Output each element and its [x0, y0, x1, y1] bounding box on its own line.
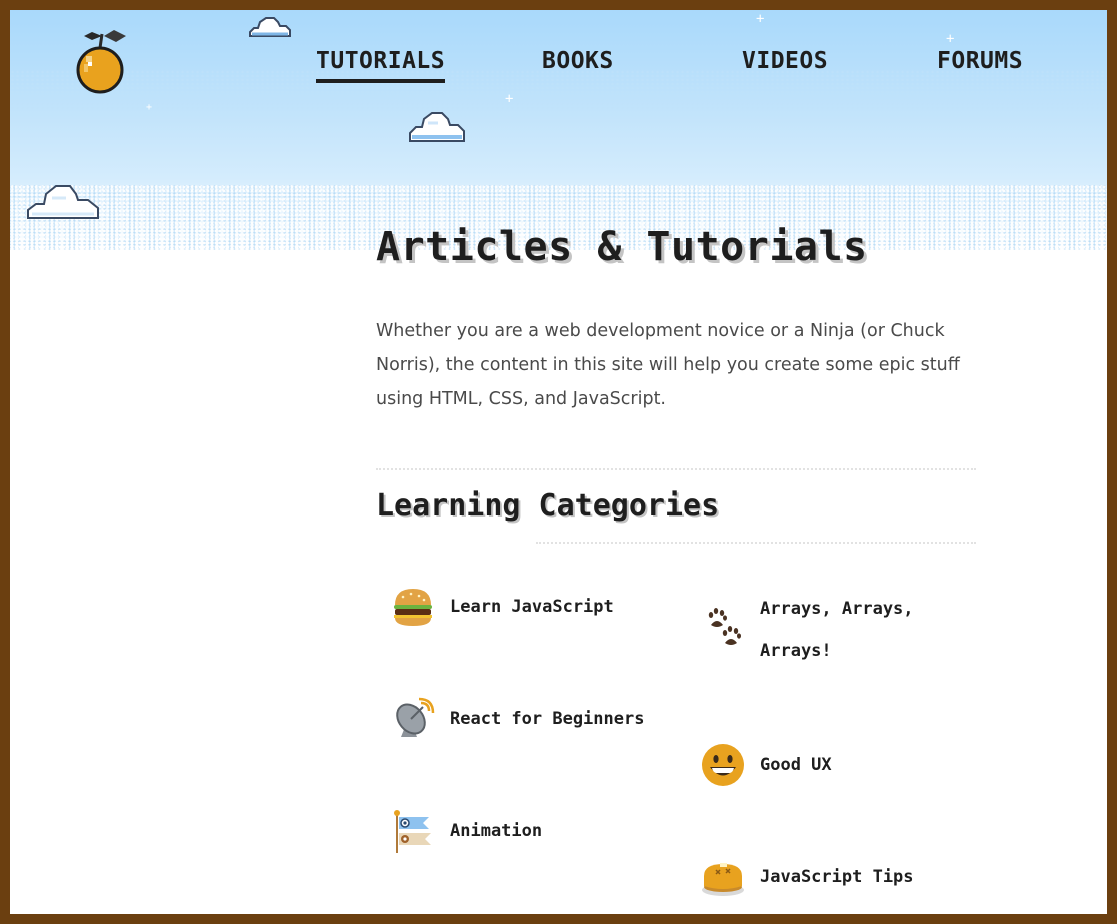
- nav-forums[interactable]: FORUMS: [937, 48, 1023, 74]
- category-arrays[interactable]: Arrays, Arrays, Arrays!: [700, 588, 930, 672]
- nav-tutorials[interactable]: TUTORIALS: [316, 48, 446, 83]
- category-label: Animation: [450, 821, 543, 841]
- sparkle-icon: +: [946, 31, 955, 47]
- main-content: Articles & Tutorials Whether you are a w…: [376, 224, 976, 896]
- orange-fruit-icon[interactable]: [74, 26, 128, 96]
- category-learn-javascript[interactable]: Learn JavaScript: [390, 584, 614, 630]
- divider: [376, 468, 976, 470]
- sparkle-icon: +: [146, 102, 153, 113]
- categories-heading: Learning Categories: [376, 488, 720, 523]
- satellite-dish-icon: [390, 696, 436, 742]
- pancake-icon: [700, 854, 746, 900]
- hamburger-icon: [390, 584, 436, 630]
- sparkle-icon: +: [756, 11, 765, 27]
- carp-streamer-icon: [390, 808, 436, 854]
- page-title: Articles & Tutorials: [376, 224, 868, 270]
- cloud-icon: [409, 112, 465, 142]
- category-label: React for Beginners: [450, 709, 645, 729]
- sky-dither-top: [10, 70, 1107, 110]
- category-label: JavaScript Tips: [760, 867, 914, 887]
- nav-videos[interactable]: VIDEOS: [742, 48, 828, 74]
- divider: [536, 542, 976, 544]
- category-animation[interactable]: Animation: [390, 808, 542, 854]
- category-react-for-beginners[interactable]: React for Beginners: [390, 696, 644, 742]
- intro-paragraph: Whether you are a web development novice…: [376, 321, 960, 409]
- page-frame: + + + + TUTORIALS BOOKS VIDEOS FORUMS Ar…: [10, 10, 1107, 914]
- cloud-icon: [249, 17, 291, 37]
- cloud-icon: [27, 185, 99, 219]
- category-label: Arrays, Arrays, Arrays!: [760, 599, 914, 661]
- category-label: Good UX: [760, 755, 832, 775]
- paw-prints-icon: [700, 602, 746, 648]
- nav-books[interactable]: BOOKS: [542, 48, 614, 74]
- sparkle-icon: +: [505, 91, 514, 107]
- category-javascript-tips[interactable]: JavaScript Tips: [700, 854, 914, 900]
- grinning-face-icon: [700, 742, 746, 788]
- category-label: Learn JavaScript: [450, 597, 614, 617]
- category-good-ux[interactable]: Good UX: [700, 742, 832, 788]
